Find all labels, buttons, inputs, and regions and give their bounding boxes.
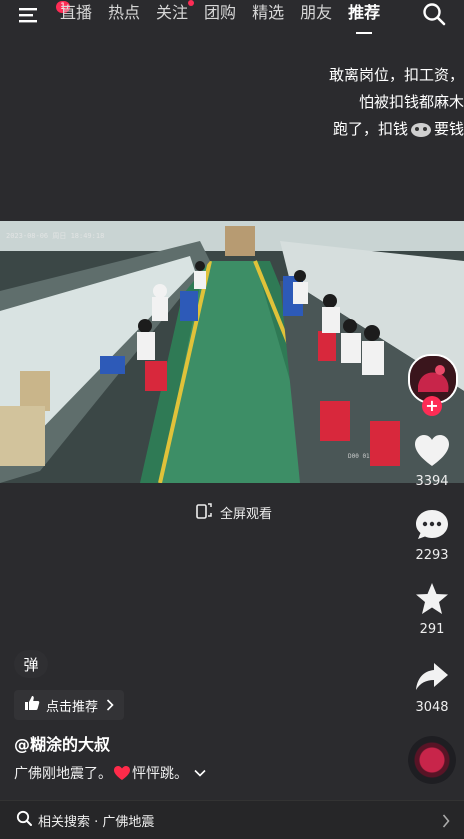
share-icon xyxy=(414,663,450,698)
tab-group-buy[interactable]: 团购 xyxy=(204,0,236,30)
menu-icon[interactable]: 1 xyxy=(18,1,70,25)
danmu-toggle[interactable]: 弹 xyxy=(14,650,48,678)
caption-line-3a: 跑了，扣钱 xyxy=(332,120,408,138)
favorite-count: 291 xyxy=(419,622,445,637)
comment-button[interactable]: 2293 xyxy=(402,508,462,563)
caption-line-1: 敢离岗位，扣工资， xyxy=(328,66,464,84)
comment-icon xyxy=(414,510,450,546)
recommend-button[interactable]: 点击推荐 xyxy=(14,690,125,720)
expand-chevron-icon[interactable] xyxy=(194,765,206,781)
related-search-icon xyxy=(16,810,32,830)
tab-friends[interactable]: 朋友 xyxy=(300,0,332,30)
share-count: 3048 xyxy=(415,700,449,715)
notification-dot xyxy=(188,0,195,6)
fullscreen-button[interactable]: 全屏观看 xyxy=(194,502,272,522)
tab-following-label: 关注 xyxy=(156,3,189,22)
caption-line-3b: 要钱 xyxy=(433,120,464,138)
tab-following[interactable]: 关注 xyxy=(156,0,195,30)
thumbs-up-icon xyxy=(24,695,40,715)
factory-scene xyxy=(0,221,464,483)
tab-hot[interactable]: 热点 xyxy=(108,0,140,30)
share-button[interactable]: 3048 xyxy=(402,660,462,715)
video-description: 广佛刚地震了。 怦怦跳。 xyxy=(14,763,206,783)
search-icon[interactable] xyxy=(422,2,446,26)
star-icon xyxy=(414,583,450,620)
tab-recommend[interactable]: 推荐 xyxy=(348,0,380,34)
top-tabs: 直播 热点 关注 团购 精选 朋友 推荐 xyxy=(60,0,396,34)
follow-button[interactable]: + xyxy=(422,396,442,416)
caption-line-2: 怕被扣钱都麻木 xyxy=(358,93,464,111)
related-chevron-icon xyxy=(442,813,450,832)
description-text-after: 怦怦跳。 xyxy=(132,766,188,782)
related-search-label: 相关搜索 · 广佛地震 xyxy=(38,814,155,830)
author-name[interactable]: @糊涂的大叔 xyxy=(14,731,110,755)
caption-line-3: 跑了，扣钱 要钱 xyxy=(204,116,464,143)
comment-count: 2293 xyxy=(415,548,449,563)
tab-live[interactable]: 直播 xyxy=(60,0,92,30)
red-heart-icon xyxy=(113,765,131,781)
music-disc[interactable] xyxy=(408,736,456,784)
video-timestamp: 2023-08-06 周日 18:49:18 xyxy=(6,232,105,240)
like-count: 3394 xyxy=(415,474,449,489)
description-text-before: 广佛刚地震了。 xyxy=(14,766,112,782)
related-search-bar[interactable]: 相关搜索 · 广佛地震 xyxy=(0,800,464,839)
top-bar: 1 直播 热点 关注 团购 精选 朋友 推荐 xyxy=(0,0,464,34)
chevron-right-icon xyxy=(106,696,114,715)
video-caption: 敢离岗位，扣工资， 怕被扣钱都麻木 跑了，扣钱 要钱 xyxy=(204,62,464,143)
fullscreen-label: 全屏观看 xyxy=(220,506,273,522)
camera-label: D00 01 xyxy=(348,453,370,460)
heart-icon xyxy=(414,435,450,472)
recommend-label: 点击推荐 xyxy=(46,699,99,715)
video-player[interactable]: 2023-08-06 周日 18:49:18 D00 01 xyxy=(0,221,464,483)
favorite-button[interactable]: 291 xyxy=(402,582,462,637)
like-button[interactable]: 3394 xyxy=(402,434,462,489)
fullscreen-icon xyxy=(194,500,214,524)
tab-featured[interactable]: 精选 xyxy=(252,0,284,30)
emoji-icon xyxy=(410,119,432,137)
